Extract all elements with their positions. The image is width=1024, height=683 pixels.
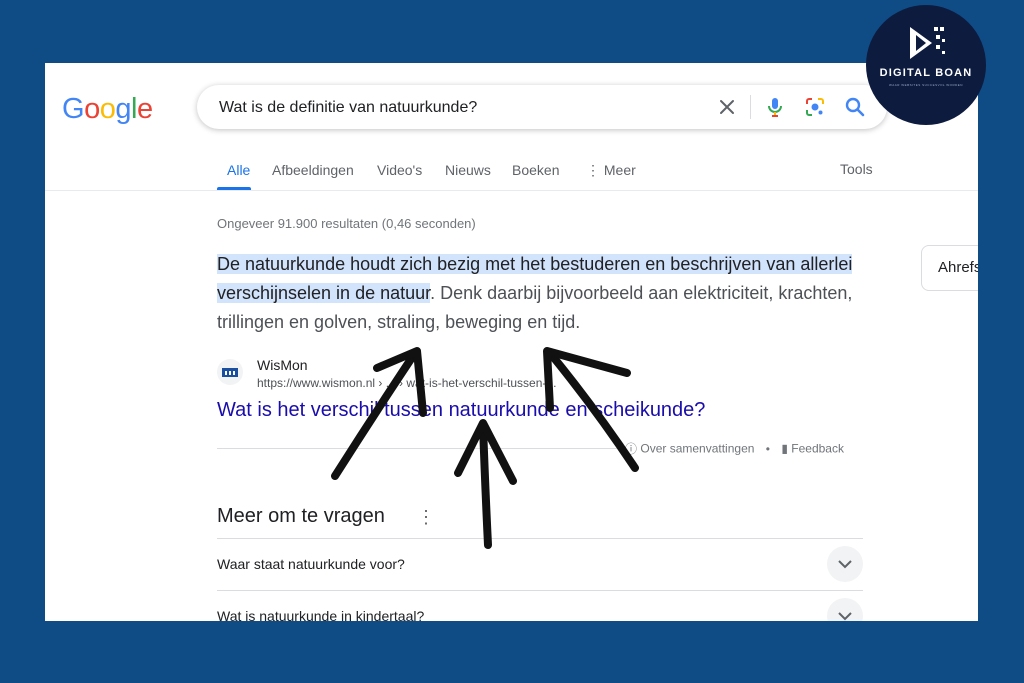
annotation-arrows <box>331 347 639 549</box>
digital-boan-logo-icon <box>910 27 945 59</box>
badge-tagline: WAAR WEBSITES SUCCESVOL WORDEN <box>889 83 963 87</box>
arrow-middle <box>479 421 492 549</box>
screenshot-frame: Google Alle Afbeeldingen Video's Nieuws … <box>45 63 978 621</box>
badge-brand-text: DIGITAL BOAN <box>879 67 973 79</box>
digital-boan-badge: DIGITAL BOAN WAAR WEBSITES SUCCESVOL WOR… <box>866 5 986 125</box>
